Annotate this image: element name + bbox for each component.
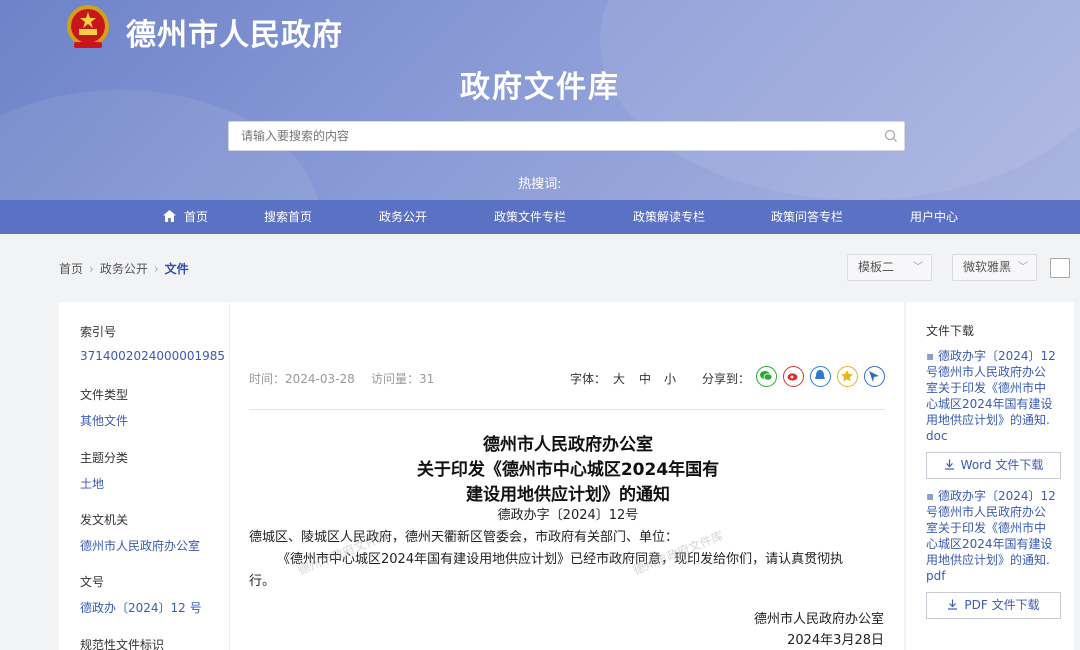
breadcrumb-gov-affairs[interactable]: 政务公开 (100, 262, 148, 276)
font-size-small[interactable]: 小 (664, 370, 676, 387)
document-info-panel: 索引号 3714002024000001985 文件类型 其他文件 主题分类 土… (59, 302, 229, 650)
main-nav: 首页 搜索首页 政务公开 政策文件专栏 政策解读专栏 政策问答专栏 用户中心 (0, 200, 1080, 234)
info-value-issuer[interactable]: 德州市人民政府办公室 (80, 537, 200, 554)
more-share-icon[interactable] (864, 366, 885, 387)
word-file-link[interactable]: ▪ 德政办字〔2024〕12号德州市人民政府办公室关于印发《德州市中心城区202… (926, 348, 1056, 444)
chevron-down-icon: ﹀ (913, 262, 923, 273)
doc-title-line2: 关于印发《德州市中心城区2024年国有 (416, 460, 720, 480)
weibo-share-icon[interactable] (783, 366, 804, 387)
search-input[interactable] (229, 122, 869, 150)
library-title: 政府文件库 (460, 70, 620, 105)
national-emblem-icon (67, 5, 109, 48)
body-paragraph-line2: 行。 (249, 574, 276, 589)
article-content: 时间：2024-03-28 访问量：31 字体： 大 中 小 分享到： 德州市人… (229, 302, 905, 650)
info-label-doc-type: 文件类型 (80, 388, 129, 402)
font-select-value: 微软雅黑 (963, 260, 1012, 274)
pdf-file-name: 德政办字〔2024〕12号德州市人民政府办公室关于印发《德州市中心城区2024年… (926, 489, 1056, 583)
nav-item-policy-interpretation[interactable]: 政策解读专栏 (633, 200, 705, 234)
word-download-label: Word 文件下载 (960, 458, 1044, 472)
nav-label: 首页 (184, 210, 209, 224)
template-select[interactable]: 模板二 ﹀ (847, 254, 932, 281)
nav-item-gov-affairs[interactable]: 政务公开 (379, 200, 427, 234)
word-download-button[interactable]: Word 文件下载 (926, 452, 1061, 479)
info-label-issuer: 发文机关 (80, 513, 129, 527)
download-icon (944, 459, 954, 470)
font-size-large[interactable]: 大 (613, 370, 625, 387)
nav-item-policy-qa[interactable]: 政策问答专栏 (771, 200, 843, 234)
font-family-select[interactable]: 微软雅黑 ﹀ (952, 254, 1037, 281)
content-divider (249, 409, 885, 410)
share-label: 分享到： (702, 372, 751, 386)
nav-item-home[interactable]: 首页 (163, 200, 208, 234)
signature-date: 2024年3月28日 (787, 633, 884, 648)
download-title: 文件下载 (926, 324, 975, 338)
chevron-right-icon: › (89, 261, 94, 276)
qq-share-icon[interactable] (810, 366, 831, 387)
info-label-normative: 规范性文件标识 (80, 638, 165, 650)
template-select-value: 模板二 (858, 260, 895, 274)
info-label-doc-number: 文号 (80, 575, 105, 589)
breadcrumb: 首页 › 政务公开 › 文件 (59, 260, 189, 277)
pdf-download-label: PDF 文件下载 (964, 598, 1040, 612)
signature-org: 德州市人民政府办公室 (753, 612, 884, 627)
site-header: 德州市人民政府 政府文件库 热搜词: (0, 0, 1080, 200)
info-value-doc-type[interactable]: 其他文件 (80, 412, 128, 429)
bullet-icon: ▪ (926, 489, 938, 503)
breadcrumb-current: 文件 (164, 262, 189, 276)
breadcrumb-home[interactable]: 首页 (59, 262, 83, 276)
doc-number: 德政办字〔2024〕12号 (497, 508, 639, 523)
wechat-share-icon[interactable] (756, 366, 777, 387)
publish-time: 时间：2024-03-28 (249, 372, 355, 386)
toggle-checkbox[interactable] (1050, 258, 1070, 278)
hot-search-label: 热搜词: (518, 177, 562, 192)
nav-item-user-center[interactable]: 用户中心 (910, 200, 958, 234)
chevron-down-icon: ﹀ (1018, 262, 1028, 273)
doc-title-line3: 建设用地供应计划》的通知 (466, 485, 670, 505)
search-bar[interactable] (228, 121, 905, 151)
info-label-topic: 主题分类 (80, 451, 129, 465)
search-icon[interactable] (884, 129, 898, 143)
view-count: 访问量：31 (371, 372, 435, 386)
font-size-label: 字体： (570, 372, 607, 386)
download-panel: 文件下载 ▪ 德政办字〔2024〕12号德州市人民政府办公室关于印发《德州市中心… (906, 302, 1074, 650)
doc-title-line1: 德州市人民政府办公室 (483, 435, 653, 455)
qzone-share-icon[interactable] (837, 366, 858, 387)
bullet-icon: ▪ (926, 349, 938, 363)
word-file-name: 德政办字〔2024〕12号德州市人民政府办公室关于印发《德州市中心城区2024年… (926, 349, 1056, 443)
pdf-download-button[interactable]: PDF 文件下载 (926, 592, 1061, 619)
site-name[interactable]: 德州市人民政府 (126, 10, 343, 54)
download-icon (948, 599, 958, 610)
info-value-topic[interactable]: 土地 (80, 475, 104, 492)
home-icon (163, 210, 176, 222)
recipients: 德城区、陵城区人民政府，德州天衢新区管委会，市政府有关部门、单位： (249, 530, 679, 545)
chevron-right-icon: › (153, 261, 159, 276)
info-label-index: 索引号 (80, 325, 117, 339)
font-size-medium[interactable]: 中 (639, 370, 651, 387)
info-value-index: 3714002024000001985 (80, 349, 226, 363)
nav-item-policy-docs[interactable]: 政策文件专栏 (494, 200, 566, 234)
pdf-file-link[interactable]: ▪ 德政办字〔2024〕12号德州市人民政府办公室关于印发《德州市中心城区202… (926, 488, 1056, 584)
nav-item-search-home[interactable]: 搜索首页 (264, 200, 312, 234)
info-value-doc-number: 德政办〔2024〕12 号 (80, 601, 202, 615)
